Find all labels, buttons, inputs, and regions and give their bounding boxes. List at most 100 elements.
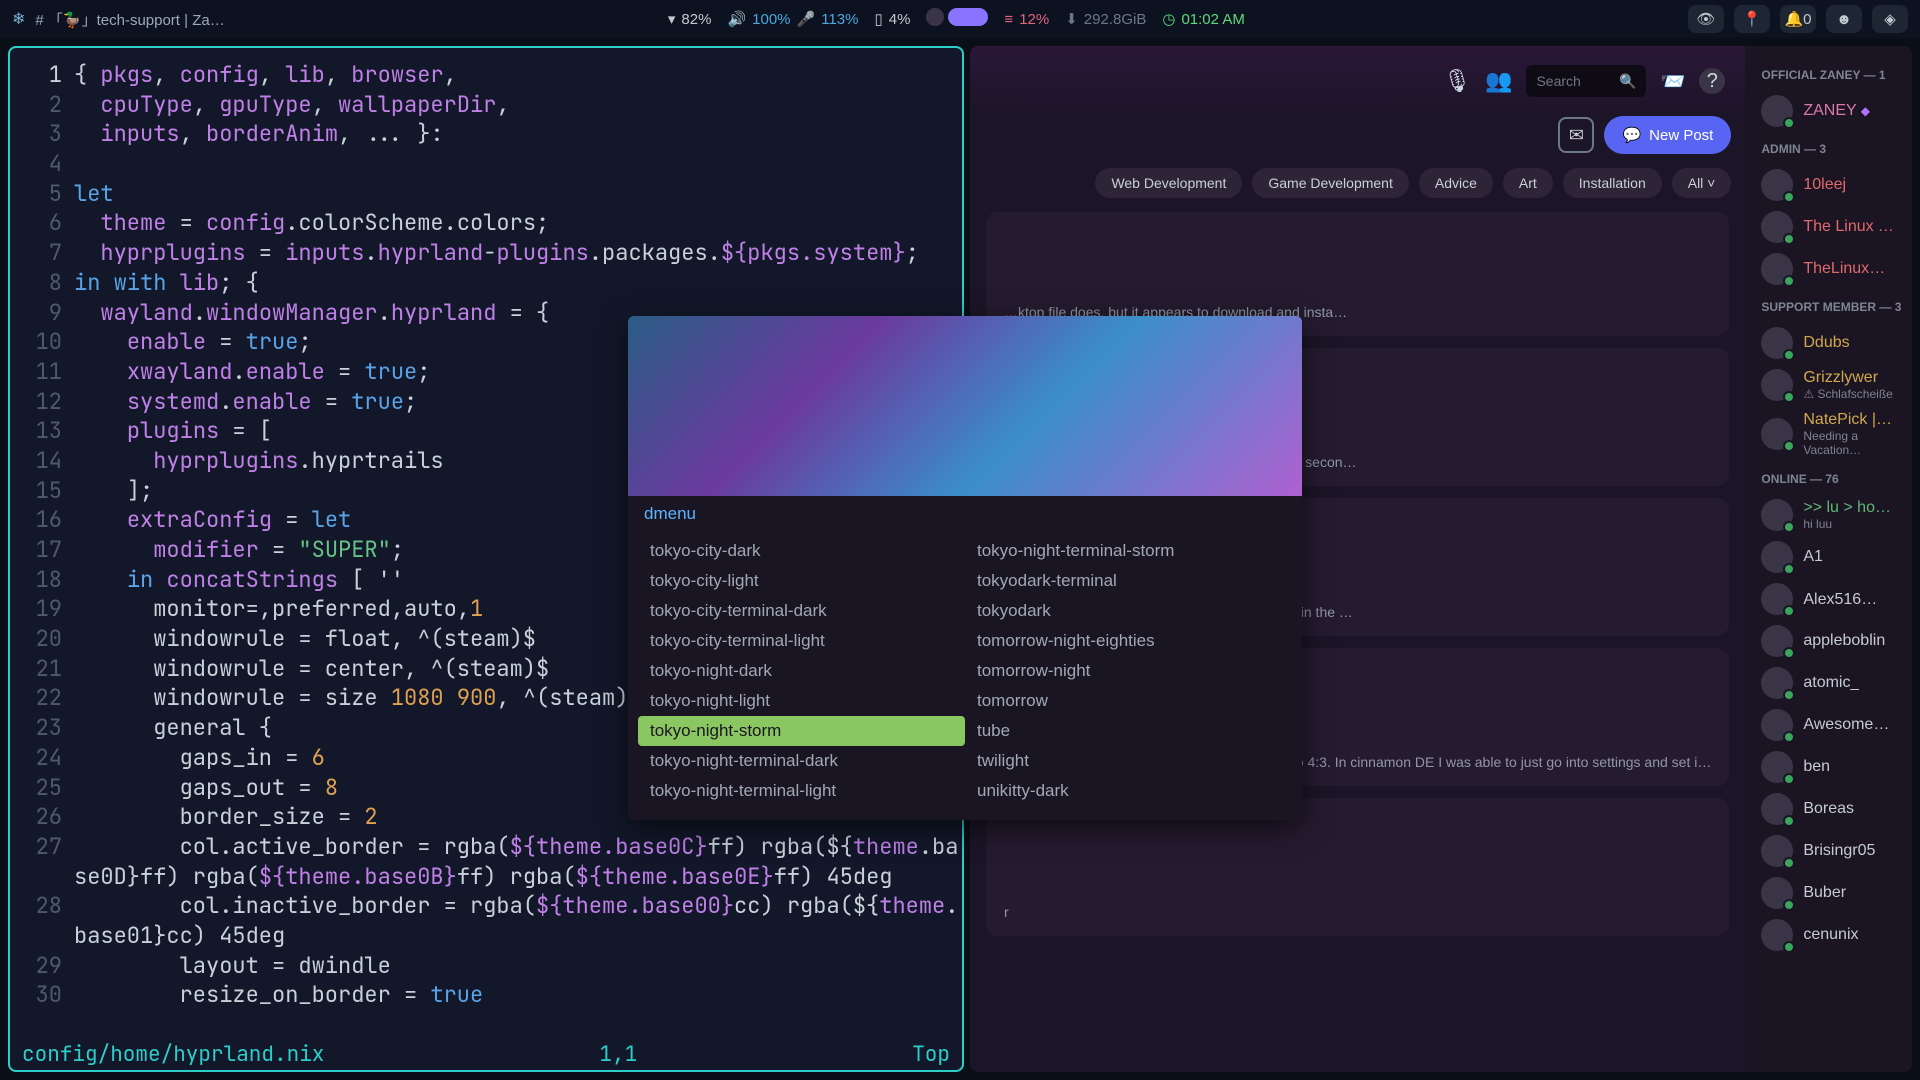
member-row[interactable]: NatePick | Pop!_OS…◆Needing a Vacation… bbox=[1755, 406, 1902, 462]
line-number: 6 bbox=[10, 208, 74, 238]
dmenu-item[interactable]: tokyo-night-terminal-light bbox=[638, 776, 965, 806]
member-row[interactable]: The Linux Tube bbox=[1755, 206, 1902, 248]
file-path: config/home/hyprland.nix bbox=[22, 1041, 324, 1069]
window-title: # 「🦆」tech-support | Za… bbox=[35, 9, 224, 30]
member-name: NatePick | Pop!_OS…◆ bbox=[1803, 411, 1896, 429]
theme-preview-image bbox=[628, 316, 1302, 496]
tag-filter[interactable]: Advice bbox=[1419, 168, 1493, 198]
discord-icon[interactable]: ◈ bbox=[1872, 5, 1908, 33]
member-row[interactable]: Ddubs bbox=[1755, 322, 1902, 364]
line-number: 29 bbox=[10, 951, 74, 981]
status-online-icon bbox=[1783, 349, 1795, 361]
tag-all[interactable]: All ˅ bbox=[1672, 168, 1732, 198]
code-content: border_size = 2 bbox=[74, 802, 378, 832]
code-content: wayland.windowManager.hyprland = { bbox=[74, 298, 549, 328]
members-toggle-icon[interactable]: 👥 bbox=[1485, 68, 1512, 94]
dmenu-item[interactable]: tomorrow-night-eighties bbox=[965, 626, 1292, 656]
member-status: hi luu bbox=[1803, 517, 1896, 531]
code-content: windowrule = size 1080 900, ^(steam)$ bbox=[74, 683, 642, 713]
dmenu-item[interactable]: tokyo-night-terminal-dark bbox=[638, 746, 965, 776]
member-row[interactable]: Brisingr05 bbox=[1755, 830, 1902, 872]
member-row[interactable]: 10leej bbox=[1755, 164, 1902, 206]
dmenu-item[interactable]: tomorrow bbox=[965, 686, 1292, 716]
mute-icon[interactable]: 🎙 bbox=[1443, 68, 1471, 94]
memory-stat: ≡ 12% bbox=[1004, 11, 1049, 28]
editor-statusline: config/home/hyprland.nix 1,1 Top bbox=[10, 1040, 962, 1070]
line-number: 11 bbox=[10, 357, 74, 387]
tag-filter[interactable]: Art bbox=[1503, 168, 1553, 198]
status-online-icon bbox=[1783, 773, 1795, 785]
member-name: Alex516😄😳 bbox=[1803, 589, 1896, 609]
status-online-icon bbox=[1783, 521, 1795, 533]
avatar bbox=[1761, 751, 1793, 783]
tag-filter[interactable]: Game Development bbox=[1252, 168, 1409, 198]
code-content: col.active_border = rgba(${theme.base0C}… bbox=[74, 832, 958, 862]
member-row[interactable]: cenunix bbox=[1755, 914, 1902, 956]
code-content: hyprplugins.hyprtrails bbox=[74, 446, 444, 476]
visibility-icon[interactable]: 👁 bbox=[1688, 5, 1724, 33]
help-icon[interactable]: ? bbox=[1699, 68, 1725, 94]
member-section-header: SUPPORT MEMBER — 3 bbox=[1761, 300, 1902, 314]
boost-badge-icon: ◆ bbox=[1861, 104, 1870, 118]
member-row[interactable]: Buber bbox=[1755, 872, 1902, 914]
code-content: se0D}ff) rgba(${theme.base0B}ff) rgba(${… bbox=[74, 862, 893, 892]
code-line: 7 hyprplugins = inputs.hyprland-plugins.… bbox=[10, 238, 962, 268]
scroll-position: Top bbox=[912, 1041, 950, 1069]
member-row[interactable]: Boreas bbox=[1755, 788, 1902, 830]
dmenu-item[interactable]: tokyo-city-terminal-light bbox=[638, 626, 965, 656]
status-online-icon bbox=[1783, 689, 1795, 701]
dmenu-item[interactable]: unikitty-dark bbox=[965, 776, 1292, 806]
dmenu-item[interactable]: twilight bbox=[965, 746, 1292, 776]
notifications-button[interactable]: 🔔0 bbox=[1780, 5, 1816, 33]
member-row[interactable]: A1 bbox=[1755, 536, 1902, 578]
line-number: 18 bbox=[10, 565, 74, 595]
dmenu-item[interactable]: tokyodark-terminal bbox=[965, 566, 1292, 596]
line-number: 19 bbox=[10, 594, 74, 624]
member-name: Boreas bbox=[1803, 800, 1854, 818]
dmenu-item[interactable]: tokyo-city-dark bbox=[638, 536, 965, 566]
code-content: systemd.enable = true; bbox=[74, 387, 417, 417]
member-row[interactable]: >> lu > hovership > …◆hi luu bbox=[1755, 494, 1902, 536]
dmenu-item[interactable]: tokyo-city-light bbox=[638, 566, 965, 596]
code-content: monitor=,preferred,auto,1 bbox=[74, 594, 483, 624]
member-row[interactable]: Grizzlywer⚠ Schlafscheiße bbox=[1755, 364, 1902, 406]
dmenu-item[interactable]: tomorrow-night bbox=[965, 656, 1292, 686]
dmenu-item[interactable]: tokyo-night-light bbox=[638, 686, 965, 716]
dmenu-item[interactable]: tokyo-night-storm bbox=[638, 716, 965, 746]
member-row[interactable]: Alex516😄😳 bbox=[1755, 578, 1902, 620]
tag-filter[interactable]: Web Development bbox=[1095, 168, 1242, 198]
dmenu-item[interactable]: tokyo-city-terminal-dark bbox=[638, 596, 965, 626]
avatar bbox=[1761, 793, 1793, 825]
dmenu-item[interactable]: tokyo-night-terminal-storm bbox=[965, 536, 1292, 566]
code-line: base01}cc) 45deg bbox=[10, 921, 962, 951]
member-row[interactable]: atomic_ bbox=[1755, 662, 1902, 704]
pin-icon[interactable]: 📍 bbox=[1734, 5, 1770, 33]
member-row[interactable]: appleboblin bbox=[1755, 620, 1902, 662]
user-icon[interactable]: ☻ bbox=[1826, 5, 1862, 33]
code-content: xwayland.enable = true; bbox=[74, 357, 430, 387]
code-content: general { bbox=[74, 713, 272, 743]
inbox-icon[interactable]: 📨 bbox=[1660, 69, 1685, 94]
members-sidebar[interactable]: OFFICIAL ZANEY — 1ZANEY◆ADMIN — 310leejT… bbox=[1745, 46, 1912, 1072]
line-number bbox=[10, 862, 74, 892]
dmenu-item[interactable]: tube bbox=[965, 716, 1292, 746]
line-number: 12 bbox=[10, 387, 74, 417]
code-content: resize_on_border = true bbox=[74, 980, 483, 1010]
search-input[interactable]: Search 🔍 bbox=[1526, 65, 1646, 97]
dmenu-launcher[interactable]: dmenu tokyo-city-darktokyo-city-lighttok… bbox=[628, 316, 1302, 820]
member-row[interactable]: Awesomeness211i bbox=[1755, 704, 1902, 746]
member-row[interactable]: ZANEY◆ bbox=[1755, 90, 1902, 132]
code-content: windowrule = center, ^(steam)$ bbox=[74, 654, 549, 684]
code-content: inputs, borderAnim, ... }: bbox=[74, 119, 444, 149]
new-post-button[interactable]: 💬 New Post bbox=[1604, 116, 1731, 154]
dmenu-item[interactable]: tokyodark bbox=[965, 596, 1292, 626]
dmenu-item[interactable]: tokyo-night-dark bbox=[638, 656, 965, 686]
mark-read-icon[interactable]: ✉ bbox=[1558, 117, 1594, 153]
status-online-icon bbox=[1783, 731, 1795, 743]
code-line: 27 col.active_border = rgba(${theme.base… bbox=[10, 832, 962, 862]
member-row[interactable]: ben bbox=[1755, 746, 1902, 788]
avatar bbox=[1761, 877, 1793, 909]
member-row[interactable]: TheLinuxCast bbox=[1755, 248, 1902, 290]
tag-filter[interactable]: Installation bbox=[1563, 168, 1662, 198]
member-status: Needing a Vacation… bbox=[1803, 429, 1896, 457]
